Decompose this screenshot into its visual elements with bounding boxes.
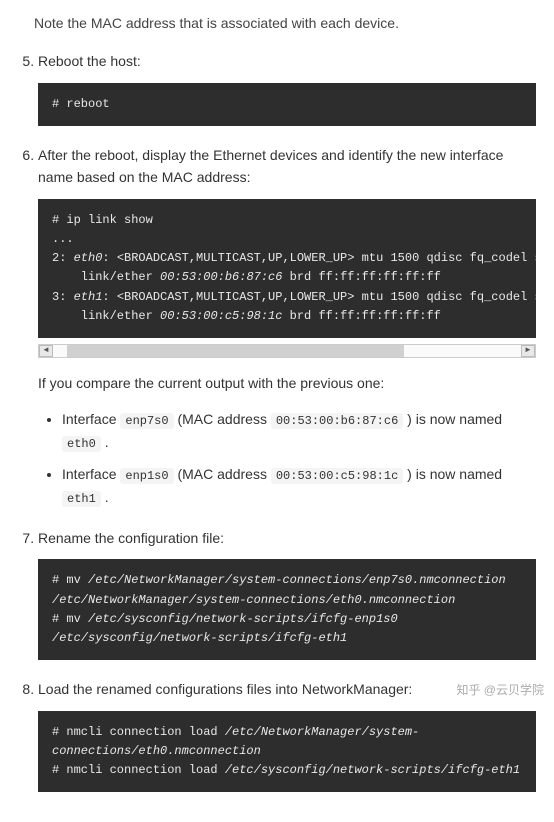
code-line: ...	[52, 230, 522, 249]
step-8-text: Load the renamed configurations files in…	[38, 678, 536, 700]
bullet-1: Interface enp7s0 (MAC address 00:53:00:b…	[62, 408, 536, 454]
code-line: 3: eth1: <BROADCAST,MULTICAST,UP,LOWER_U…	[52, 288, 522, 307]
step-8: Load the renamed configurations files in…	[38, 678, 536, 792]
code-inline: 00:53:00:b6:87:c6	[271, 413, 403, 429]
step-6-after: If you compare the current output with t…	[38, 372, 536, 394]
code-iplink: # ip link show...2: eth0: <BROADCAST,MUL…	[38, 199, 536, 338]
code-line: 2: eth0: <BROADCAST,MULTICAST,UP,LOWER_U…	[52, 249, 522, 268]
step-7-text: Rename the configuration file:	[38, 527, 536, 549]
code-line: link/ether 00:53:00:c5:98:1c brd ff:ff:f…	[52, 307, 522, 326]
intro-text: Note the MAC address that is associated …	[34, 12, 536, 34]
code-reboot: # reboot	[38, 83, 536, 126]
scroll-thumb[interactable]	[67, 345, 404, 357]
steps-list: Reboot the host: # reboot After the rebo…	[18, 50, 536, 792]
code-inline: eth1	[62, 491, 101, 507]
code-inline: enp7s0	[120, 413, 173, 429]
code-inline: eth0	[62, 436, 101, 452]
code-mv: # mv /etc/NetworkManager/system-connecti…	[38, 559, 536, 660]
code-line: # ip link show	[52, 211, 522, 230]
code-inline: enp1s0	[120, 468, 173, 484]
scroll-right-arrow-icon[interactable]: ►	[521, 345, 535, 357]
code-nmcli: # nmcli connection load /etc/NetworkMana…	[38, 711, 536, 793]
step-5-text: Reboot the host:	[38, 50, 536, 72]
horizontal-scrollbar[interactable]: ◄ ►	[38, 344, 536, 358]
code-inline: 00:53:00:c5:98:1c	[271, 468, 403, 484]
scroll-track[interactable]	[53, 345, 521, 357]
step-7: Rename the configuration file: # mv /etc…	[38, 527, 536, 660]
code-line: link/ether 00:53:00:b6:87:c6 brd ff:ff:f…	[52, 268, 522, 287]
step-5: Reboot the host: # reboot	[38, 50, 536, 126]
bullet-2: Interface enp1s0 (MAC address 00:53:00:c…	[62, 463, 536, 509]
step-6-text: After the reboot, display the Ethernet d…	[38, 144, 536, 189]
comparison-bullets: Interface enp7s0 (MAC address 00:53:00:b…	[38, 408, 536, 509]
step-6: After the reboot, display the Ethernet d…	[38, 144, 536, 509]
scroll-left-arrow-icon[interactable]: ◄	[39, 345, 53, 357]
